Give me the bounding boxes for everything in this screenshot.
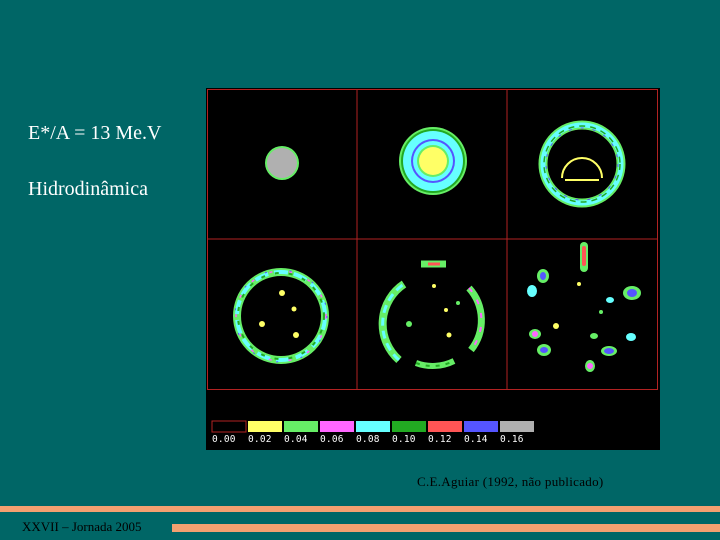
legend-swatch	[248, 421, 282, 432]
legend-swatch	[356, 421, 390, 432]
figure-credit: C.E.Aguiar (1992, não publicado)	[417, 474, 604, 489]
legend-swatch	[211, 420, 247, 433]
legend-swatch	[284, 421, 318, 432]
legend-label: 0.02	[248, 434, 272, 445]
legend-label: 0.00	[212, 434, 236, 445]
legend-swatch	[392, 421, 426, 432]
panel-2	[399, 127, 467, 195]
legend-swatch	[320, 421, 354, 432]
color-legend	[211, 420, 534, 433]
legend-label: 0.04	[284, 434, 308, 445]
accent-bar-top	[0, 506, 720, 512]
legend-label: 0.16	[500, 434, 524, 445]
method-title: Hidrodinâmica	[28, 178, 148, 200]
legend-swatch	[428, 421, 462, 432]
panel-1	[265, 146, 299, 180]
legend-label: 0.12	[428, 434, 452, 445]
legend-label: 0.14	[464, 434, 488, 445]
panel-6	[527, 242, 641, 372]
legend-swatch	[464, 421, 498, 432]
simulation-panels	[207, 89, 658, 433]
footer-text: XXVII – Jornada 2005	[22, 519, 142, 534]
simulation-figure: 0.00 0.02 0.04 0.06 0.08 0.10 0.12 0.14 0.16	[206, 88, 660, 450]
legend-label: 0.08	[356, 434, 380, 445]
energy-title: E*/A = 13 Me.V	[28, 122, 162, 144]
panel-3	[538, 120, 626, 208]
accent-bar-bottom	[172, 524, 720, 532]
legend-label: 0.06	[320, 434, 344, 445]
panel-4	[233, 268, 329, 364]
legend-label: 0.10	[392, 434, 416, 445]
panel-5	[378, 260, 485, 369]
legend-swatch	[500, 421, 534, 432]
